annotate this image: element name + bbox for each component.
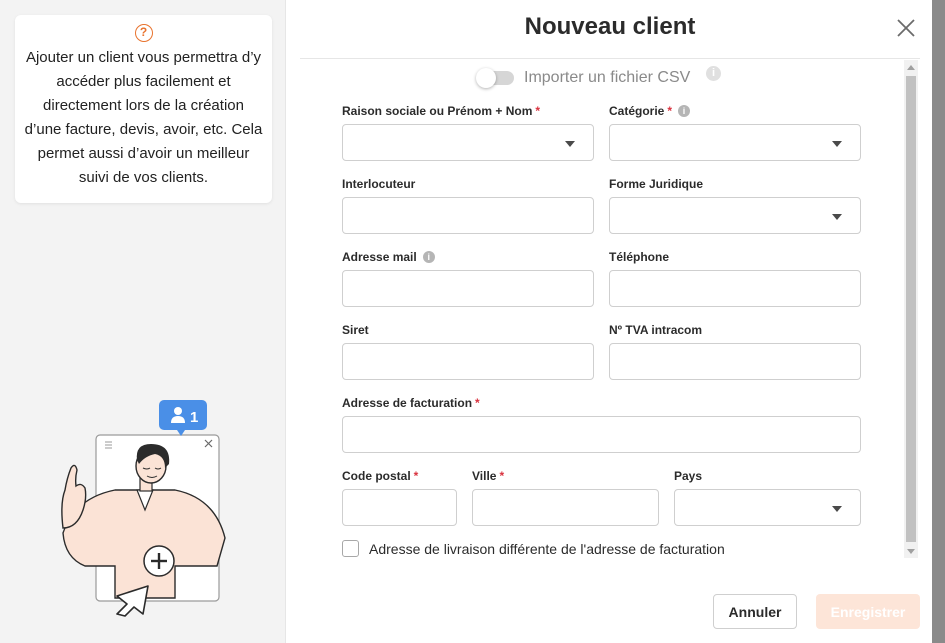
- code-postal-input[interactable]: [342, 489, 457, 526]
- adresse-facturation-label-text: Adresse de facturation: [342, 396, 473, 410]
- code-postal-label-text: Code postal: [342, 469, 411, 483]
- tva-label: Nº TVA intracom: [609, 323, 702, 337]
- livraison-checkbox[interactable]: [342, 540, 359, 557]
- categorie-label: Catégorie * i: [609, 104, 691, 118]
- required-mark: *: [535, 104, 541, 118]
- chevron-down-icon: [565, 141, 575, 147]
- scroll-up-icon[interactable]: [907, 65, 915, 70]
- chevron-down-icon: [832, 214, 842, 220]
- adresse-facturation-input[interactable]: [342, 416, 861, 453]
- categorie-info-icon[interactable]: i: [678, 105, 691, 117]
- adresse-facturation-label: Adresse de facturation *: [342, 396, 480, 410]
- siret-label-text: Siret: [342, 323, 369, 337]
- categorie-label-text: Catégorie: [609, 104, 665, 118]
- forme-juridique-label-text: Forme Juridique: [609, 177, 704, 191]
- left-info-panel: ? Ajouter un client vous permettra d’y a…: [0, 0, 286, 643]
- badge-count: 1: [190, 409, 198, 426]
- raison-sociale-label-text: Raison sociale ou Prénom + Nom: [342, 104, 533, 118]
- forme-juridique-label: Forme Juridique: [609, 177, 703, 191]
- csv-import-label: Importer un fichier CSV: [524, 69, 691, 86]
- required-mark: *: [475, 396, 480, 410]
- adresse-mail-input[interactable]: [342, 270, 594, 307]
- code-postal-label: Code postal *: [342, 469, 418, 483]
- question-icon: ?: [134, 24, 153, 42]
- required-mark: *: [499, 469, 505, 483]
- forme-juridique-select[interactable]: [609, 197, 861, 234]
- livraison-checkbox-label: Adresse de livraison différente de l'adr…: [369, 540, 725, 557]
- pays-label: Pays: [674, 469, 702, 483]
- required-mark: *: [413, 469, 419, 483]
- ville-input[interactable]: [472, 489, 659, 526]
- chevron-down-icon: [832, 141, 842, 147]
- tva-label-text: Nº TVA intracom: [609, 323, 703, 337]
- pays-label-text: Pays: [674, 469, 703, 483]
- toggle-knob: [476, 68, 496, 88]
- info-card: ? Ajouter un client vous permettra d’y a…: [15, 15, 272, 203]
- interlocuteur-label-text: Interlocuteur: [342, 177, 416, 191]
- interlocuteur-label: Interlocuteur: [342, 177, 415, 191]
- ville-label-text: Ville: [472, 469, 497, 483]
- form-scrollbar[interactable]: [904, 60, 918, 558]
- adresse-mail-label: Adresse mail i: [342, 250, 435, 264]
- tva-input[interactable]: [609, 343, 861, 380]
- info-text: Ajouter un client vous permettra d’y acc…: [24, 49, 263, 186]
- scrollbar-thumb[interactable]: [906, 76, 916, 542]
- raison-sociale-label: Raison sociale ou Prénom + Nom *: [342, 104, 540, 118]
- chevron-down-icon: [832, 506, 842, 512]
- telephone-label: Téléphone: [609, 250, 669, 264]
- telephone-input[interactable]: [609, 270, 861, 307]
- categorie-select[interactable]: [609, 124, 861, 161]
- close-icon[interactable]: [894, 16, 918, 40]
- adresse-mail-label-text: Adresse mail: [342, 250, 417, 264]
- interlocuteur-input[interactable]: [342, 197, 594, 234]
- ville-label: Ville *: [472, 469, 504, 483]
- user-count-badge: 1: [159, 400, 207, 436]
- client-illustration: 1: [61, 400, 226, 617]
- required-mark: *: [667, 104, 673, 118]
- csv-import-row: Importer un fichier CSV: [476, 66, 691, 90]
- add-circle-icon: [143, 545, 175, 577]
- raison-sociale-select[interactable]: [342, 124, 594, 161]
- new-client-modal: ? Ajouter un client vous permettra d’y a…: [0, 0, 932, 643]
- csv-import-toggle[interactable]: [476, 68, 514, 88]
- cancel-button[interactable]: Annuler: [713, 594, 797, 629]
- csv-info-icon[interactable]: i: [706, 66, 721, 81]
- adresse-mail-info-icon[interactable]: i: [422, 251, 435, 263]
- siret-label: Siret: [342, 323, 369, 337]
- modal-title: Nouveau client: [524, 13, 696, 40]
- save-button[interactable]: Enregistrer: [816, 594, 920, 629]
- telephone-label-text: Téléphone: [609, 250, 670, 264]
- scroll-down-icon[interactable]: [907, 549, 915, 554]
- siret-input[interactable]: [342, 343, 594, 380]
- pays-select[interactable]: [674, 489, 861, 526]
- livraison-checkbox-row[interactable]: Adresse de livraison différente de l'adr…: [342, 540, 725, 557]
